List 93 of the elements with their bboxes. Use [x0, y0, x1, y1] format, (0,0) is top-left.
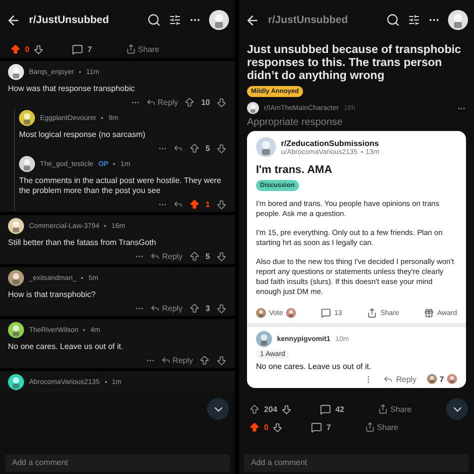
avatar-icon: [426, 374, 437, 384]
downvote-icon[interactable]: [216, 250, 227, 262]
avatar-icon: [448, 10, 468, 30]
comment-text: How is that transphobic?: [8, 290, 97, 300]
share-button[interactable]: Share: [364, 422, 398, 432]
upvote-icon[interactable]: [188, 142, 200, 154]
vote-count: 0: [25, 44, 30, 54]
share-button[interactable]: Share: [378, 404, 412, 414]
avatar-icon: [8, 64, 24, 80]
scroll-down-button[interactable]: [207, 398, 229, 420]
avatar-icon: [256, 331, 272, 347]
comment-text: The comments in the actual post were hostile. They were the problem more than the post you see: [19, 176, 222, 196]
reply-button[interactable]: Reply: [150, 303, 183, 313]
downvote-icon[interactable]: [272, 422, 284, 432]
avatar-icon: [256, 308, 266, 318]
embed-title: I'm trans. AMA: [256, 164, 334, 176]
search-icon[interactable]: [386, 13, 400, 27]
reply-icon: [146, 97, 156, 107]
search-icon[interactable]: [147, 13, 161, 27]
comment-input[interactable]: Add a comment: [244, 454, 469, 472]
avatar-icon: [19, 110, 35, 126]
vote-count: 0: [264, 422, 268, 432]
upvote-icon[interactable]: [188, 198, 200, 210]
post-body: Appropriate response: [246, 116, 344, 130]
downvote-icon[interactable]: [281, 404, 292, 414]
vote-count: 204: [264, 404, 278, 414]
subreddit-title: r/JustUnsubbed: [29, 14, 110, 26]
post-title: Just unsubbed because of transphobic responses to this. The trans person didn’t do anything wrong: [246, 43, 462, 83]
downvote-icon[interactable]: [216, 302, 227, 314]
comment-text: How was that response transphobic: [8, 84, 136, 94]
embed-subreddit: r/ZeducationSubmissions: [281, 138, 380, 148]
filter-icon[interactable]: [169, 14, 181, 26]
comment-count: 7: [87, 44, 92, 54]
reply-icon: [150, 251, 160, 261]
share-icon: [126, 44, 136, 54]
downvote-icon[interactable]: [216, 354, 227, 366]
reply-button[interactable]: Reply: [146, 97, 178, 107]
vote-count: 1: [206, 200, 210, 208]
avatar-icon: [8, 218, 24, 234]
comment-text: Most logical response (no sarcasm): [19, 130, 146, 140]
avatar-icon: [8, 374, 24, 390]
share-icon: [378, 404, 388, 414]
avatar-icon: [209, 10, 229, 30]
comment-icon[interactable]: [72, 44, 84, 54]
comment-count: 42: [335, 404, 344, 414]
avatar-icon: [286, 308, 296, 318]
upvote-icon[interactable]: [188, 250, 200, 262]
reply-button[interactable]: Reply: [160, 355, 193, 365]
back-icon[interactable]: [6, 12, 21, 28]
upvote-icon[interactable]: [188, 302, 200, 314]
avatar-icon: [8, 322, 24, 338]
reply-button[interactable]: Reply: [150, 251, 183, 261]
comment-input[interactable]: Add a comment: [5, 454, 230, 472]
filter-icon[interactable]: [408, 14, 420, 26]
downvote-icon[interactable]: [216, 142, 227, 154]
back-icon[interactable]: [245, 12, 260, 28]
reply-icon: [383, 374, 394, 384]
share-button[interactable]: Share: [126, 44, 160, 54]
vote-count: 10: [201, 98, 210, 106]
comment-text: Still better than the fatass from TransGoth: [8, 238, 158, 248]
avatar-icon: [247, 102, 259, 114]
reply-icon: [150, 303, 160, 313]
reply-icon[interactable]: [172, 199, 183, 209]
vote-count: 5: [206, 144, 210, 152]
upvote-icon[interactable]: [10, 44, 21, 54]
embed-comment-text: No one cares. Leave us out of it.: [256, 362, 372, 371]
share-icon: [367, 308, 378, 318]
avatar-icon: [19, 156, 35, 172]
embed-comment-score: 7: [440, 374, 444, 384]
avatar-icon: [447, 374, 457, 384]
upvote-icon[interactable]: [249, 422, 260, 432]
comment-icon[interactable]: [320, 404, 332, 414]
comment-icon: [321, 308, 332, 318]
upvote-icon[interactable]: [199, 354, 210, 366]
share-icon: [364, 422, 375, 432]
downvote-icon[interactable]: [33, 44, 44, 54]
downvote-icon[interactable]: [216, 96, 227, 108]
reply-label: Reply: [396, 374, 417, 384]
avatar-icon: [8, 270, 24, 286]
award-icon: [424, 308, 434, 318]
avatar-icon: [256, 137, 276, 157]
vote-count: 5: [206, 252, 210, 260]
scroll-down-button[interactable]: [446, 398, 468, 420]
comment-icon[interactable]: [311, 422, 322, 432]
comment-count: 7: [326, 422, 331, 432]
vote-count: 3: [206, 304, 210, 312]
comment-text: No one cares. Leave us out of it.: [8, 342, 124, 352]
upvote-icon[interactable]: [184, 96, 196, 108]
reply-icon[interactable]: [172, 143, 183, 153]
reply-icon: [160, 355, 171, 365]
subreddit-title: r/JustUnsubbed: [268, 14, 349, 26]
downvote-icon[interactable]: [216, 198, 227, 210]
upvote-icon[interactable]: [249, 404, 260, 414]
